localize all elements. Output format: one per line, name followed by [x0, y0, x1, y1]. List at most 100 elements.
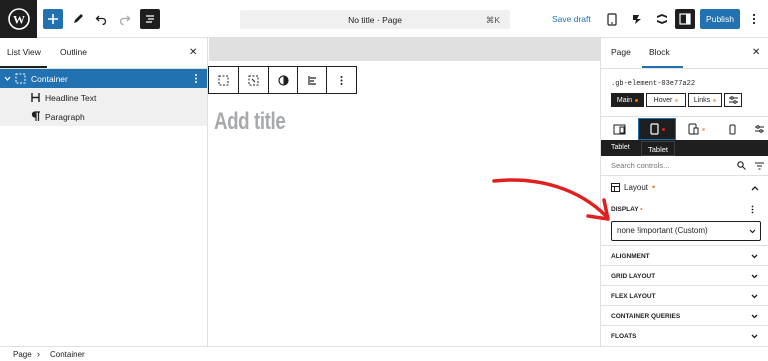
divider	[601, 116, 768, 117]
document-overview-icon[interactable]	[140, 9, 160, 29]
mobile-icon[interactable]	[716, 118, 749, 140]
top-toolbar: W No title · Page ⌘K Save draft Publish	[0, 0, 768, 38]
section-container-queries[interactable]: CONTAINER QUERIES	[601, 305, 768, 325]
state-hover-button[interactable]: Hover	[646, 93, 686, 107]
tab-block[interactable]: Block	[649, 47, 670, 57]
list-view-panel: List View Outline ✕ Container Headline T…	[0, 38, 208, 346]
block-options-icon[interactable]	[194, 73, 198, 84]
tablet-icon[interactable]	[638, 118, 676, 140]
generateblocks-icon[interactable]	[652, 9, 672, 29]
align-icon[interactable]	[298, 67, 327, 93]
chevron-down-icon	[751, 314, 758, 319]
more-options-icon[interactable]	[744, 9, 764, 29]
settings-sidebar-icon[interactable]	[675, 9, 695, 29]
search-icon[interactable]	[737, 161, 746, 170]
breadcrumb: Page › Container	[0, 346, 768, 361]
display-value: none !important (Custom)	[617, 226, 708, 235]
tab-outline[interactable]: Outline	[60, 47, 87, 57]
state-links-button[interactable]: Links	[688, 93, 722, 107]
save-draft-button[interactable]: Save draft	[552, 14, 591, 24]
chevron-down-icon	[751, 254, 758, 259]
chevron-up-icon[interactable]	[751, 185, 759, 191]
device-settings-icon[interactable]	[749, 118, 768, 140]
section-grid-layout[interactable]: GRID LAYOUT	[601, 265, 768, 285]
section-flex-layout[interactable]: FLEX LAYOUT	[601, 285, 768, 305]
divider	[601, 68, 768, 69]
device-tooltip: Tablet	[641, 141, 676, 156]
editor-canvas-header	[209, 38, 600, 61]
state-label: Hover	[653, 96, 673, 104]
device-label-bar: Tablet Tablet	[601, 140, 768, 156]
chevron-down-icon	[751, 274, 758, 279]
undo-icon[interactable]	[91, 9, 111, 29]
display-select[interactable]: none !important (Custom)	[611, 221, 761, 241]
container-block-icon[interactable]	[239, 67, 269, 93]
list-item[interactable]: Container	[0, 69, 207, 88]
tablet-mobile-icon[interactable]	[676, 118, 716, 140]
desktop-tablet-icon[interactable]	[601, 118, 638, 140]
heading-icon	[31, 93, 40, 102]
command-palette[interactable]: No title · Page ⌘K	[240, 10, 510, 29]
title-placeholder[interactable]: Add title	[214, 108, 286, 136]
modified-dot	[701, 127, 705, 131]
modified-dot	[635, 98, 639, 102]
chevron-right-icon: ›	[37, 349, 40, 359]
list-item[interactable]: Paragraph	[0, 107, 207, 126]
styles-contrast-icon[interactable]	[269, 67, 298, 93]
more-options-icon[interactable]	[327, 67, 356, 93]
breadcrumb-item-container[interactable]: Container	[50, 350, 85, 359]
layout-panel-header[interactable]: Layout •	[611, 182, 655, 192]
filter-icon[interactable]	[755, 161, 764, 170]
close-icon[interactable]: ✕	[752, 47, 760, 58]
add-block-button[interactable]	[43, 9, 63, 29]
list-item[interactable]: Headline Text	[0, 88, 207, 107]
tab-list-view[interactable]: List View	[7, 47, 41, 57]
block-toolbar	[208, 66, 357, 94]
settings-sidebar: Page Block ✕ .gb-element-03e77a22 Main H…	[600, 38, 768, 346]
section-title: ALIGNMENT	[611, 253, 650, 260]
layout-title: Layout	[624, 182, 649, 192]
container-icon	[15, 73, 26, 84]
svg-text:W: W	[13, 13, 25, 27]
chevron-down-icon[interactable]	[4, 75, 11, 82]
display-options-icon[interactable]	[751, 205, 754, 214]
redo-icon[interactable]	[115, 9, 135, 29]
chevron-down-icon	[751, 294, 758, 299]
section-floats[interactable]: FLOATS	[601, 325, 768, 345]
modified-dot: •	[652, 182, 656, 192]
state-main-button[interactable]: Main	[611, 93, 644, 107]
select-parent-icon[interactable]	[209, 67, 239, 93]
document-title[interactable]: No title · Page	[240, 15, 510, 25]
device-switcher	[601, 118, 768, 140]
device-label: Tablet	[611, 144, 630, 151]
list-item-label: Headline Text	[45, 93, 97, 103]
list-item-label: Paragraph	[45, 112, 85, 122]
chevron-down-icon	[751, 334, 758, 339]
display-label-text: DISPLAY	[611, 206, 639, 213]
section-alignment[interactable]: ALIGNMENT	[601, 245, 768, 265]
section-title: FLOATS	[611, 333, 637, 340]
modified-dot	[661, 127, 665, 131]
element-class-name: .gb-element-03e77a22	[611, 80, 696, 88]
paragraph-icon	[31, 111, 40, 121]
pencil-tools-icon[interactable]	[68, 9, 88, 29]
layout-icon	[611, 182, 620, 192]
tab-page[interactable]: Page	[611, 47, 631, 57]
close-icon[interactable]: ✕	[189, 47, 197, 58]
list-item-label: Container	[31, 74, 68, 84]
search-controls[interactable]: Search controls...	[601, 156, 768, 176]
breadcrumb-item-page[interactable]: Page	[13, 350, 32, 359]
search-input[interactable]: Search controls...	[611, 161, 669, 170]
state-label: Main	[616, 96, 633, 104]
publish-button[interactable]: Publish	[700, 9, 740, 29]
display-label: DISPLAY •	[611, 206, 643, 213]
section-title: FLEX LAYOUT	[611, 293, 656, 300]
wordpress-logo-icon[interactable]: W	[0, 0, 37, 38]
modified-dot	[713, 98, 717, 102]
preview-device-icon[interactable]	[602, 9, 622, 29]
modified-dot	[675, 98, 679, 102]
modified-dot: •	[640, 206, 643, 213]
view-page-icon[interactable]	[627, 9, 647, 29]
shortcut-hint: ⌘K	[485, 15, 500, 25]
state-settings-icon[interactable]	[724, 93, 742, 107]
